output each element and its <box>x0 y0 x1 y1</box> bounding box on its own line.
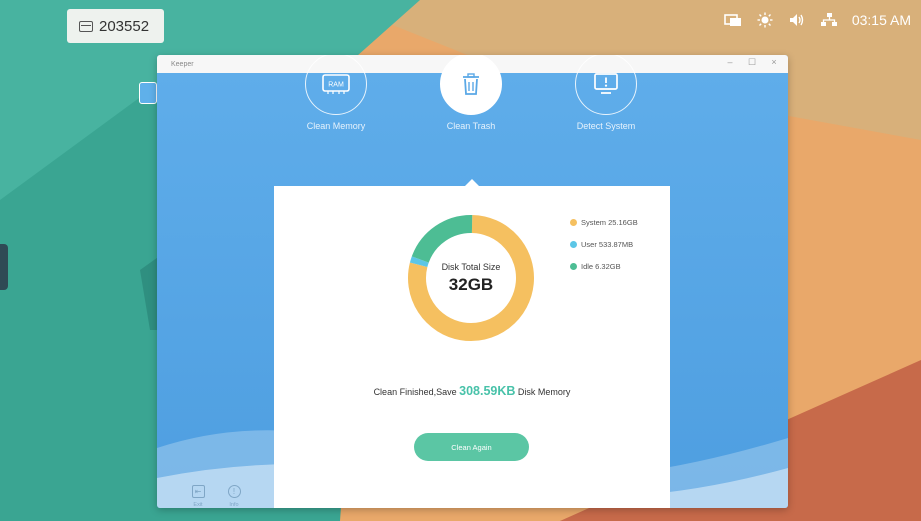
legend-item-idle: Idle 6.32GB <box>570 262 638 271</box>
monitor-alert-icon <box>575 55 637 115</box>
exit-icon: ⇤ <box>191 485 205 498</box>
clean-again-button[interactable]: Clean Again <box>414 433 529 461</box>
disk-legend: System 25.16GB User 533.87MB Idle 6.32GB <box>570 218 638 284</box>
legend-dot <box>570 241 577 248</box>
network-icon[interactable] <box>820 12 838 28</box>
brightness-icon[interactable] <box>756 12 774 28</box>
feature-label: Clean Trash <box>446 121 496 131</box>
close-button[interactable]: × <box>768 57 780 68</box>
ram-icon: RAM <box>305 55 367 115</box>
feature-clean-trash[interactable]: Clean Trash <box>406 55 536 131</box>
result-prefix: Clean Finished,Save <box>373 387 460 397</box>
legend-label: Idle 6.32GB <box>581 262 621 271</box>
keeper-window: Keeper – ☐ × RAM Clean Memory Clean Tras… <box>157 55 788 508</box>
feature-detect-system[interactable]: Detect System <box>541 55 671 131</box>
legend-label: User 533.87MB <box>581 240 634 249</box>
feature-clean-memory[interactable]: RAM Clean Memory <box>271 55 401 131</box>
maximize-button[interactable]: ☐ <box>746 57 758 68</box>
feature-label: Detect System <box>576 121 636 131</box>
device-id-badge[interactable]: 203552 <box>67 9 164 43</box>
legend-label: System 25.16GB <box>581 218 638 227</box>
bottom-actions: ⇤ Exit ! Info <box>187 485 245 508</box>
minimize-button[interactable]: – <box>724 57 736 68</box>
saved-size: 308.59KB <box>459 384 516 398</box>
clean-result-text: Clean Finished,Save 308.59KB Disk Memory <box>274 384 670 398</box>
result-suffix: Disk Memory <box>515 387 571 397</box>
info-label: Info <box>229 502 239 508</box>
device-id-text: 203552 <box>99 17 150 35</box>
trash-icon <box>440 55 502 115</box>
disk-usage-donut: Disk Total Size 32GB <box>404 211 538 345</box>
legend-dot <box>570 263 577 270</box>
legend-item-system: System 25.16GB <box>570 218 638 227</box>
window-title: Keeper <box>171 60 194 68</box>
keeper-main-area: RAM Clean Memory Clean Trash Detect Syst… <box>157 55 788 508</box>
ram-icon-text: RAM <box>328 82 344 89</box>
disk-total-label: Disk Total Size <box>441 261 501 272</box>
legend-item-user: User 533.87MB <box>570 240 638 249</box>
volume-icon[interactable] <box>788 12 806 28</box>
info-button[interactable]: ! Info <box>223 485 245 508</box>
clock-time: 03:15 AM <box>851 12 911 28</box>
disk-total-value: 32GB <box>448 274 494 294</box>
exit-button[interactable]: ⇤ Exit <box>187 485 209 508</box>
screen-mirror-icon[interactable] <box>724 12 742 28</box>
status-bar: 03:15 AM <box>724 12 911 28</box>
info-icon: ! <box>227 485 241 498</box>
side-drawer-handle[interactable] <box>0 244 8 290</box>
feature-label: Clean Memory <box>306 121 366 131</box>
clean-result-panel: Disk Total Size 32GB System 25.16GB User… <box>274 186 670 508</box>
device-id-icon <box>79 20 93 32</box>
exit-label: Exit <box>193 502 203 508</box>
legend-dot <box>570 219 577 226</box>
desktop-app-icon[interactable] <box>139 82 157 104</box>
